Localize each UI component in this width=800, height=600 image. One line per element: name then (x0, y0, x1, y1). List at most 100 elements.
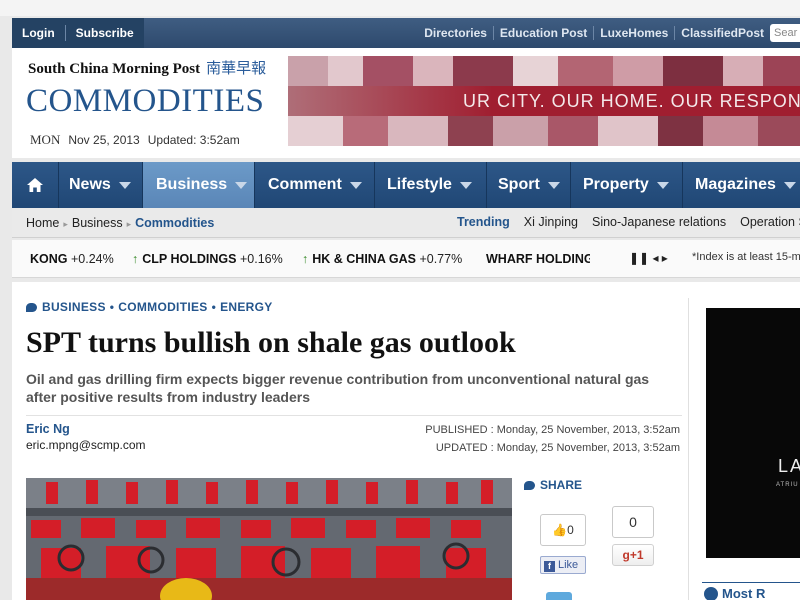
ad-text: LA (778, 456, 800, 476)
chevron-down-icon (547, 181, 560, 189)
nav-label: Sport (498, 176, 540, 193)
nav-comment[interactable]: Comment (254, 162, 374, 208)
breadcrumb-business[interactable]: Business (72, 216, 123, 230)
most-read-label: Most R (722, 586, 766, 600)
subscribe-link[interactable]: Subscribe (66, 18, 144, 48)
author-email[interactable]: eric.mpng@scmp.com (26, 438, 146, 452)
arrow-up-icon: ↑ (302, 252, 309, 266)
ticker-item[interactable]: ↑ CLP HOLDINGS +0.16% (132, 252, 283, 266)
top-utility-bar: Login Subscribe Directories Education Po… (12, 18, 800, 48)
date: Nov 25, 2013 (68, 133, 140, 147)
facebook-count: 0 (567, 523, 574, 537)
directories-link[interactable]: Directories (418, 18, 493, 48)
site-links: Directories Education Post LuxeHomes Cla… (418, 18, 770, 48)
ticker-item[interactable]: WHARF HOLDINGS (486, 252, 590, 266)
tag-link[interactable]: BUSINESS (42, 300, 106, 314)
chevron-down-icon (118, 181, 131, 189)
column-divider (688, 298, 689, 600)
tag-link[interactable]: COMMODITIES (118, 300, 207, 314)
ticker-name: HK & CHINA GAS (312, 252, 416, 266)
home-icon (27, 178, 43, 192)
breadcrumb-bar: Home ▸ Business ▸ Commodities Trending Xi Jin… (12, 208, 800, 238)
nav-property[interactable]: Property (570, 162, 682, 208)
page-top-strip (0, 0, 800, 16)
weekday: MON (30, 132, 61, 147)
nav-label: Property (583, 176, 649, 193)
arrow-up-icon: ↑ (132, 252, 139, 266)
twitter-icon[interactable] (546, 592, 572, 600)
nav-label: News (69, 176, 111, 193)
article-tags: BUSINESS • COMMODITIES • ENERGY (26, 300, 273, 314)
gplus-count: 0 (612, 506, 654, 538)
chevron-down-icon (235, 181, 248, 189)
separator-dot: • (109, 300, 115, 314)
ticker-name: WHARF HOLDINGS (486, 252, 590, 266)
nav-magazines[interactable]: Magazines (682, 162, 800, 208)
ticker-change: +0.77% (419, 252, 463, 266)
sidebar-ad[interactable]: LA ATRIU (706, 308, 800, 558)
search-input[interactable]: Sear (770, 24, 800, 42)
ticker-item[interactable]: KONG +0.24% (30, 252, 114, 266)
education-post-link[interactable]: Education Post (494, 18, 593, 48)
comment-bubble-icon (524, 481, 535, 490)
nav-label: Lifestyle (387, 176, 452, 193)
brand-logo[interactable]: South China Morning Post 南華早報 (28, 57, 266, 78)
facebook-count-box: 👍0 (540, 514, 586, 546)
ticker-name: CLP HOLDINGS (142, 252, 237, 266)
home-button[interactable] (12, 162, 58, 208)
chevron-down-icon (783, 181, 796, 189)
breadcrumb-commodities[interactable]: Commodities (135, 216, 214, 230)
trending-topics: Trending Xi Jinping Sino-Japanese relation… (457, 215, 800, 229)
trending-link[interactable]: Sino-Japanese relations (592, 215, 726, 229)
breadcrumb-home[interactable]: Home (26, 216, 59, 230)
valves-photo (26, 478, 512, 600)
account-links: Login Subscribe (12, 18, 144, 48)
updated-time: Updated: 3:52am (147, 133, 240, 147)
most-read-icon (704, 587, 718, 600)
author-name[interactable]: Eric Ng (26, 422, 70, 436)
banner-ad[interactable]: UR CITY. OUR HOME. OUR RESPONSI (288, 56, 800, 146)
ticker-change: +0.16% (239, 252, 283, 266)
nav-label: Comment (268, 176, 342, 193)
divider (26, 415, 682, 416)
updated-date: UPDATED : Monday, 25 November, 2013, 3:5… (435, 442, 680, 454)
share-title: SHARE (540, 478, 583, 492)
chevron-down-icon (349, 181, 362, 189)
facebook-like-button[interactable]: f Like (540, 556, 586, 574)
login-link[interactable]: Login (12, 18, 65, 48)
ticker-note: *Index is at least 15-min (692, 251, 800, 263)
chevron-down-icon (656, 181, 669, 189)
facebook-like-label: Like (558, 559, 579, 571)
trending-link[interactable]: Xi Jinping (524, 215, 578, 229)
ticker-item[interactable]: ↑ HK & CHINA GAS +0.77% (302, 252, 462, 266)
article-photo[interactable] (26, 478, 512, 600)
tag-link[interactable]: ENERGY (220, 300, 272, 314)
nav-sport[interactable]: Sport (486, 162, 570, 208)
content-area: BUSINESS • COMMODITIES • ENERGY SPT turns bu… (12, 282, 800, 600)
share-heading: SHARE (524, 478, 684, 492)
trending-link[interactable]: Operation S (740, 215, 800, 229)
chevron-right-icon: ▸ (126, 219, 132, 229)
most-read-header[interactable]: Most R (702, 582, 800, 600)
nav-news[interactable]: News (58, 162, 142, 208)
facebook-icon: f (544, 561, 555, 572)
published-date: PUBLISHED : Monday, 25 November, 2013, 3… (425, 424, 680, 436)
banner-slogan: UR CITY. OUR HOME. OUR RESPONSI (463, 91, 800, 111)
brand-name-en: South China Morning Post (28, 61, 201, 77)
classifiedpost-link[interactable]: ClassifiedPost (675, 18, 770, 48)
share-panel: SHARE 👍0 f Like 0 g+1 (524, 478, 684, 600)
comment-bubble-icon (26, 303, 37, 312)
gplus-button[interactable]: g+1 (612, 544, 654, 566)
thumbs-up-icon: 👍 (552, 523, 568, 537)
nav-business[interactable]: Business (142, 162, 254, 208)
luxehomes-link[interactable]: LuxeHomes (594, 18, 674, 48)
trending-label: Trending (457, 215, 510, 229)
breadcrumb: Home ▸ Business ▸ Commodities (26, 216, 214, 230)
nav-lifestyle[interactable]: Lifestyle (374, 162, 486, 208)
section-title[interactable]: COMMODITIES (26, 83, 264, 120)
ticker-controls[interactable]: ❚❚ ◂ ▸ (629, 251, 668, 265)
dateline: MON Nov 25, 2013 Updated: 3:52am (30, 132, 240, 148)
main-nav: News Business Comment Lifestyle Sport Pr… (12, 162, 800, 208)
nav-label: Magazines (695, 176, 776, 193)
nav-label: Business (156, 176, 228, 193)
